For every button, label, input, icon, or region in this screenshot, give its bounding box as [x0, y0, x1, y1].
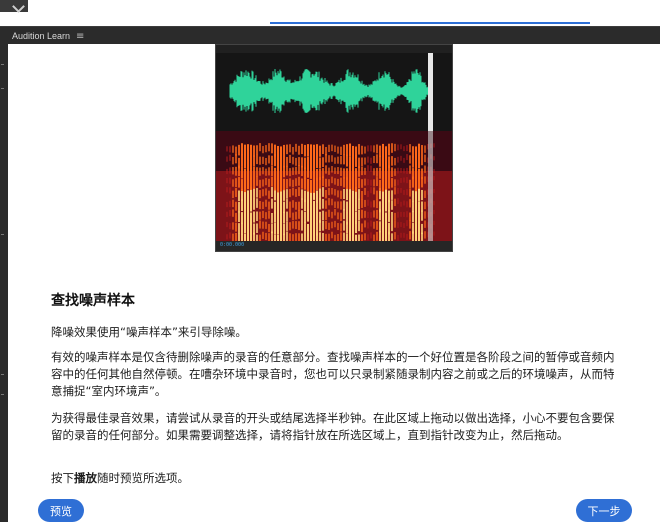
para4-suffix: 随时预览所选项。	[97, 471, 189, 485]
editor-screenshot-image: 0:00.000	[215, 44, 453, 252]
focus-indicator-line	[270, 22, 590, 24]
lesson-paragraph-1: 降噪效果使用“噪声样本”来引导除噪。	[51, 325, 247, 339]
panel-header: Audition Learn ≡	[0, 26, 660, 45]
transport-bar: 0:00.000	[216, 241, 452, 251]
para4-prefix: 按下	[51, 471, 74, 485]
waveform-view	[216, 45, 452, 131]
preview-button[interactable]: 预览	[38, 499, 84, 522]
spectrogram-view	[216, 131, 452, 248]
waveform-graphic	[216, 45, 452, 131]
learn-content: 0:00.000 查找噪声样本 降噪效果使用“噪声样本”来引导除噪。 有效的噪声…	[8, 44, 660, 522]
play-keyword: 播放	[74, 471, 97, 485]
lesson-paragraph-4: 按下播放随时预览所选项。	[51, 470, 621, 487]
lesson-paragraph-3: 为获得最佳录音效果，请尝试从录音的开头或结尾选择半秒钟。在此区域上拖动以做出选择…	[51, 411, 615, 442]
collapse-chevron-icon[interactable]	[0, 0, 28, 12]
lesson-heading: 查找噪声样本	[51, 293, 135, 309]
left-docked-panel-edge	[0, 44, 8, 522]
next-step-button[interactable]: 下一步	[576, 499, 632, 522]
panel-title: Audition Learn	[12, 31, 71, 41]
hamburger-menu-icon[interactable]: ≡	[76, 31, 84, 42]
transport-buttons-icon	[296, 244, 386, 248]
window-top-strip	[0, 0, 660, 26]
time-readout: 0:00.000	[220, 242, 245, 248]
spectrogram-graphic	[216, 131, 452, 248]
lesson-paragraph-2: 有效的噪声样本是仅含待删除噪声的录音的任意部分。查找噪声样本的一个好位置是各阶段…	[51, 350, 615, 398]
